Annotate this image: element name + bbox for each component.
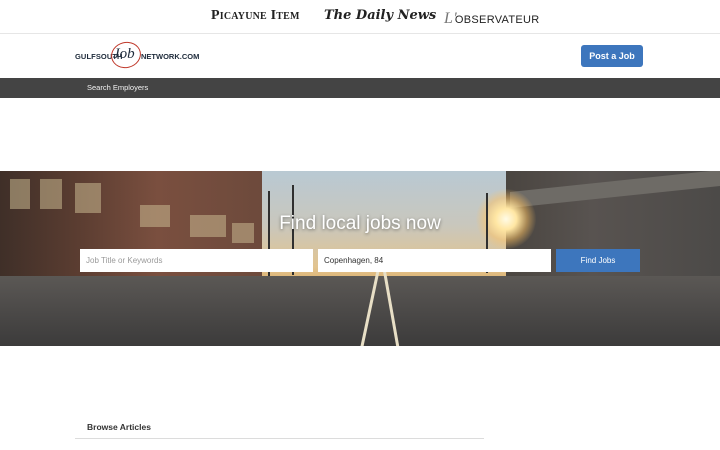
logo-text-job: Job xyxy=(113,46,135,62)
nav-item-search-employers[interactable]: Search Employers xyxy=(87,83,148,92)
partner-logo-lobservateur-word: OBSERVATEUR xyxy=(454,14,540,26)
logo-text-network: NETWORK.COM xyxy=(141,52,200,61)
browse-articles-section: Browse Articles xyxy=(75,415,484,439)
browse-articles-heading: Browse Articles xyxy=(87,422,151,432)
partner-logo-lobservateur[interactable]: L'OBSERVATEUR xyxy=(444,10,540,28)
hero-banner: Find local jobs now Find Jobs xyxy=(0,171,720,346)
main-navbar: Search Employers xyxy=(0,78,720,98)
location-search-input[interactable] xyxy=(318,249,551,272)
site-header: GULFSOUTH Job NETWORK.COM Post a Job xyxy=(0,34,720,78)
post-a-job-button[interactable]: Post a Job xyxy=(581,45,643,67)
partner-logo-daily-news[interactable]: The Daily News xyxy=(324,8,436,23)
hero-title: Find local jobs now xyxy=(279,213,441,234)
hero-road-image xyxy=(0,276,720,346)
find-jobs-button[interactable]: Find Jobs xyxy=(556,249,640,272)
partner-bar: Picayune Item The Daily News L'OBSERVATE… xyxy=(0,0,720,34)
keyword-search-input[interactable] xyxy=(80,249,313,272)
partner-logo-picayune-item[interactable]: Picayune Item xyxy=(211,8,300,24)
site-logo[interactable]: GULFSOUTH Job NETWORK.COM xyxy=(75,38,205,72)
